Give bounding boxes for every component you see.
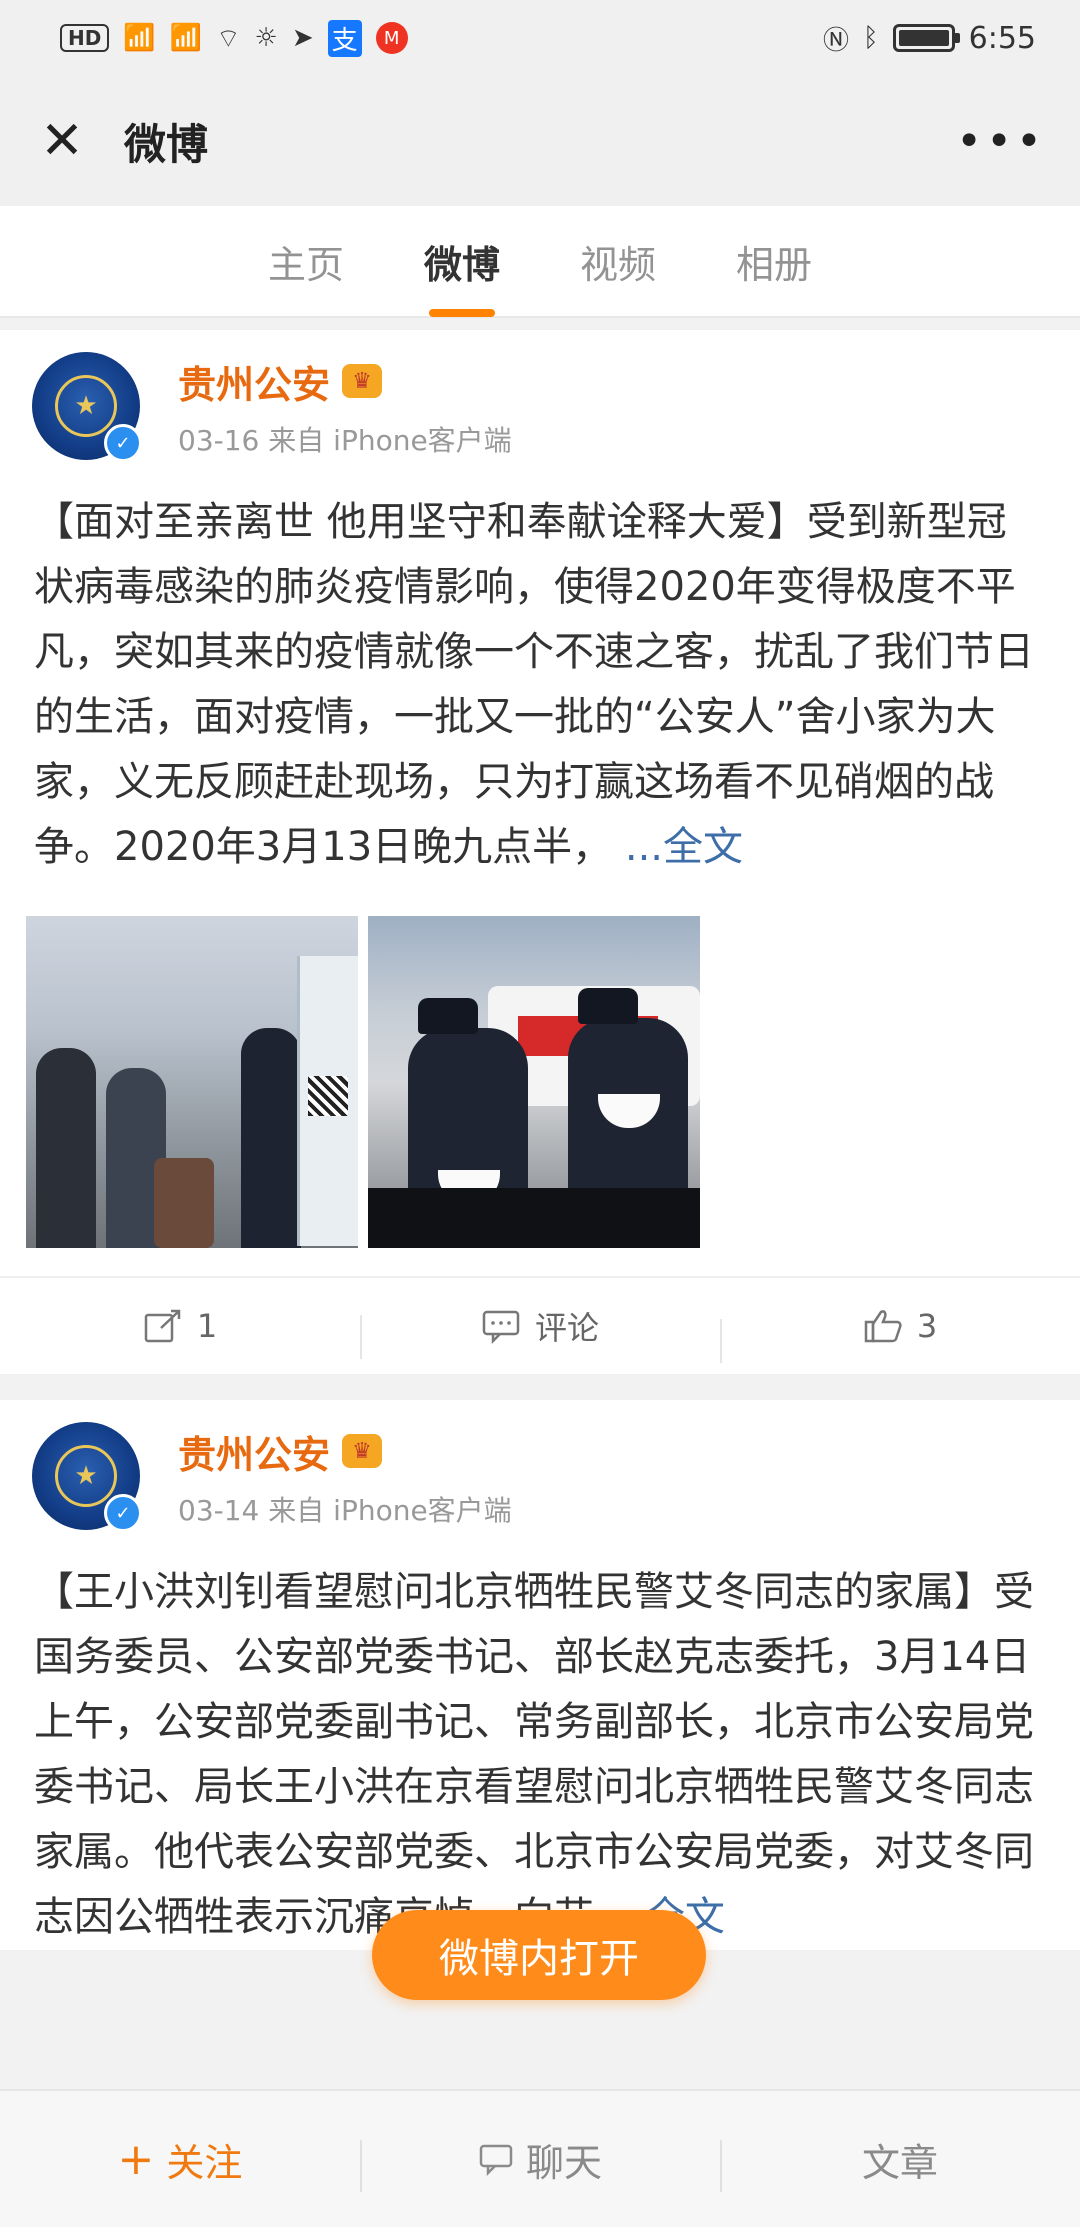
articles-label: 文章 [861, 2140, 938, 2185]
tab-home[interactable]: 主页 [268, 214, 344, 309]
plus-icon: + [117, 2133, 155, 2185]
follow-label: 关注 [166, 2140, 243, 2185]
repost-icon [144, 1309, 181, 1343]
close-icon: ✕ [40, 111, 84, 171]
hd-icon: HD [60, 24, 110, 52]
username[interactable]: 贵州公安 ♛ [178, 1424, 512, 1479]
post-card: ★ ✓ 贵州公安 ♛ 03-16 来自 iPhone客户端 【面对至亲离世 他用… [0, 330, 1080, 1374]
tab-weibo[interactable]: 微博 [424, 214, 500, 309]
open-in-weibo-button[interactable]: 微博内打开 [372, 1910, 706, 2000]
post-meta: 贵州公安 ♛ 03-14 来自 iPhone客户端 [178, 1424, 512, 1529]
post-header: ★ ✓ 贵州公安 ♛ 03-16 来自 iPhone客户端 [0, 330, 1080, 462]
police-emblem-icon: ★ [55, 375, 117, 437]
vip-crown-icon: ♛ [342, 1434, 383, 1468]
divider [0, 1374, 1080, 1388]
more-options-button[interactable]: ••• [956, 116, 1046, 167]
like-count: 3 [916, 1307, 938, 1345]
post-image-police-eating[interactable]: ◦ [368, 916, 700, 1248]
thumbs-up-icon [864, 1310, 902, 1343]
post-timestamp: 03-14 来自 iPhone客户端 [178, 1493, 512, 1527]
wifi-icon: ⌔ [216, 23, 241, 54]
close-button[interactable]: ✕ [34, 111, 90, 171]
post-meta: 贵州公安 ♛ 03-16 来自 iPhone客户端 [178, 354, 512, 459]
post-timestamp: 03-16 来自 iPhone客户端 [178, 423, 512, 457]
tab-video[interactable]: 视频 [580, 214, 656, 309]
verified-badge-icon: ✓ [104, 1494, 142, 1532]
comment-label: 评论 [534, 1309, 599, 1347]
title-bar: ✕ 微博 ••• [0, 76, 1080, 206]
status-bar: HD 📶 📶 ⌔ ☼ ➤ 支 M Ⓝ ᛒ 6:55 [0, 0, 1080, 76]
username-label: 贵州公安 [178, 362, 331, 407]
username-label: 贵州公安 [178, 1432, 331, 1477]
post-body: 【王小洪刘钊看望慰问北京牺牲民警艾冬同志的家属】受国务委员、公安部党委书记、部长… [34, 1569, 1034, 1940]
status-right: Ⓝ ᛒ 6:55 [823, 20, 1036, 57]
status-left: HD 📶 📶 ⌔ ☼ ➤ 支 M [60, 19, 408, 57]
repost-count: 1 [196, 1307, 218, 1345]
post-image-airport[interactable] [26, 916, 358, 1248]
bottom-bar: + 关注 聊天 文章 [0, 2089, 1080, 2227]
chat-label: 聊天 [525, 2140, 602, 2185]
avatar[interactable]: ★ ✓ [32, 352, 142, 462]
page-title: 微博 [124, 119, 209, 169]
verified-badge-icon: ✓ [104, 424, 142, 462]
post-images: ◦ [0, 880, 1080, 1248]
police-emblem-icon: ★ [55, 1445, 117, 1507]
chat-button[interactable]: 聊天 [360, 2132, 720, 2192]
tab-album[interactable]: 相册 [736, 214, 812, 309]
compass-icon: ➤ [291, 23, 314, 53]
post-actions: 1 评论 3 [0, 1276, 1080, 1374]
more-icon: ••• [956, 115, 1046, 167]
post-text: 【王小洪刘钊看望慰问北京牺牲民警艾冬同志的家属】受国务委员、公安部党委书记、部长… [0, 1530, 1080, 1950]
repost-button[interactable]: 1 [0, 1307, 360, 1345]
profile-tabs: 主页 微博 视频 相册 [0, 206, 1080, 318]
comment-icon [482, 1310, 520, 1344]
vip-crown-icon: ♛ [342, 364, 383, 398]
follow-button[interactable]: + 关注 [0, 2132, 360, 2187]
brightness-icon: ☼ [254, 23, 278, 53]
alipay-icon: 支 [327, 19, 362, 57]
username[interactable]: 贵州公安 ♛ [178, 354, 512, 409]
chat-icon [479, 2144, 513, 2176]
post-header: ★ ✓ 贵州公安 ♛ 03-14 来自 iPhone客户端 [0, 1400, 1080, 1532]
articles-button[interactable]: 文章 [720, 2132, 1080, 2192]
like-button[interactable]: 3 [720, 1307, 1080, 1363]
nfc-icon: Ⓝ [823, 25, 850, 56]
avatar[interactable]: ★ ✓ [32, 1422, 142, 1532]
post-text: 【面对至亲离世 他用坚守和奉献诠释大爱】受到新型冠状病毒感染的肺炎疫情影响，使得… [0, 460, 1080, 880]
bluetooth-icon: ᛒ [863, 23, 879, 53]
post-card: ★ ✓ 贵州公安 ♛ 03-14 来自 iPhone客户端 【王小洪刘钊看望慰问… [0, 1400, 1080, 1950]
battery-icon [892, 24, 960, 52]
app-m-icon: M [375, 22, 408, 54]
signal-2g-icon: 📶 [169, 23, 203, 53]
full-text-link[interactable]: ...全文 [625, 824, 743, 870]
comment-button[interactable]: 评论 [360, 1303, 720, 1359]
status-time: 6:55 [968, 20, 1036, 56]
post-body: 【面对至亲离世 他用坚守和奉献诠释大爱】受到新型冠状病毒感染的肺炎疫情影响，使得… [34, 499, 1034, 870]
signal-4g-icon: 📶 [123, 23, 156, 53]
